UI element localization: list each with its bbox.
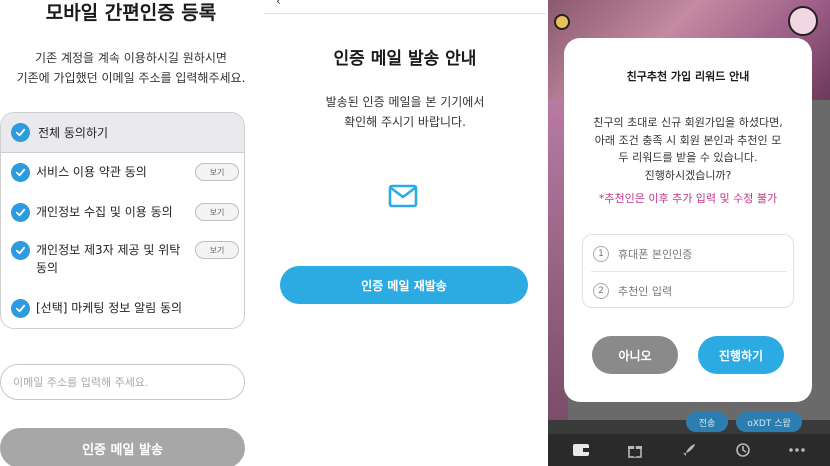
header-bar [264, 0, 546, 14]
desc-line: 기존 계정을 계속 이용하시길 원하시면 [35, 51, 227, 65]
wallet-icon[interactable] [572, 442, 590, 458]
view-third-party-button[interactable]: 보기 [195, 241, 239, 259]
modal-description: 친구의 초대로 신규 회원가입을 하셨다면, 아래 조건 충족 시 회원 본인과… [564, 114, 812, 184]
email-input[interactable] [0, 364, 245, 400]
signup-panel: 모바일 간편인증 등록 기존 계정을 계속 이용하시길 원하시면 기존에 가입했… [0, 0, 262, 466]
mail-sent-panel: ‹ 인증 메일 발송 안내 발송된 인증 메일을 본 기기에서 확인해 주시기 … [264, 0, 546, 466]
check-icon[interactable] [11, 203, 30, 222]
desc-line: 친구의 초대로 신규 회원가입을 하셨다면, [593, 116, 783, 129]
page-title: 인증 메일 발송 안내 [333, 49, 477, 69]
desc-line: 진행하시겠습니까? [644, 168, 732, 182]
step-label: 추천인 입력 [618, 284, 673, 298]
referral-modal: 친구추천 가입 리워드 안내 친구의 초대로 신규 회원가입을 하셨다면, 아래… [564, 38, 812, 402]
modal-title: 친구추천 가입 리워드 안내 [626, 70, 750, 83]
view-privacy-button[interactable]: 보기 [195, 203, 239, 221]
badge-icon [554, 14, 570, 30]
bottom-nav [548, 434, 830, 466]
step-item: 1 휴대폰 본인인증 [593, 235, 692, 272]
agree-item-third-party[interactable]: 개인정보 제3자 제공 및 위탁 동의 보기 [11, 241, 239, 277]
agree-item-terms[interactable]: 서비스 이용 약관 동의 보기 [11, 163, 239, 182]
mail-icon [388, 184, 418, 208]
step-number: 2 [593, 282, 609, 299]
mail-sent-description: 발송된 인증 메일을 본 기기에서 확인해 주시기 바랍니다. [264, 92, 546, 132]
check-icon[interactable] [11, 123, 30, 142]
page-title: 모바일 간편인증 등록 [45, 2, 217, 24]
view-terms-button[interactable]: 보기 [195, 163, 239, 181]
send-verification-button[interactable]: 인증 메일 발송 [0, 428, 245, 466]
steps-box: 1 휴대폰 본인인증 2 추천인 입력 [582, 234, 794, 308]
more-icon[interactable] [788, 442, 806, 458]
referral-panel: 전송 oXDT 스왑 친구추천 가입 리워드 안내 친구의 초대로 신규 회원가… [548, 0, 830, 466]
agree-item-label: 개인정보 제3자 제공 및 위탁 동의 [36, 243, 181, 275]
rocket-icon[interactable] [680, 442, 698, 458]
referral-warning: *추천인은 이후 추가 입력 및 수정 불가 [598, 192, 778, 205]
history-icon[interactable] [734, 442, 752, 458]
agreement-box: 전체 동의하기 서비스 이용 약관 동의 보기 개인정보 수집 및 이용 동의 … [0, 112, 245, 329]
step-label: 휴대폰 본인인증 [618, 247, 693, 261]
desc-line: 발송된 인증 메일을 본 기기에서 [325, 95, 485, 109]
proceed-button[interactable]: 진행하기 [698, 336, 784, 374]
check-icon[interactable] [11, 299, 30, 318]
desc-line: 아래 조건 충족 시 회원 본인과 추천인 모 [594, 133, 782, 147]
step-item: 2 추천인 입력 [593, 272, 672, 309]
step-number: 1 [593, 245, 609, 262]
no-button[interactable]: 아니오 [592, 336, 678, 374]
back-arrow-icon[interactable]: ‹ [276, 0, 281, 8]
agree-item-privacy[interactable]: 개인정보 수집 및 이용 동의 보기 [11, 203, 239, 222]
agree-item-marketing[interactable]: [선택] 마케팅 정보 알림 동의 [11, 299, 239, 318]
check-icon[interactable] [11, 163, 30, 182]
agree-item-label: [선택] 마케팅 정보 알림 동의 [36, 301, 183, 315]
desc-line: 두 리워드를 받을 수 있습니다. [618, 151, 758, 164]
agree-all-row[interactable]: 전체 동의하기 [1, 113, 244, 153]
resend-verification-button[interactable]: 인증 메일 재발송 [280, 266, 528, 304]
swap-button[interactable]: oXDT 스왑 [736, 412, 802, 432]
transfer-button[interactable]: 전송 [686, 412, 728, 432]
character-icon [788, 6, 818, 36]
desc-line: 확인해 주시기 바랍니다. [344, 115, 466, 129]
agree-item-label: 서비스 이용 약관 동의 [36, 165, 147, 179]
agree-item-label: 개인정보 수집 및 이용 동의 [36, 205, 173, 219]
gift-icon[interactable] [626, 442, 644, 458]
check-icon[interactable] [11, 241, 30, 260]
desc-line: 기존에 가입했던 이메일 주소를 입력해주세요. [16, 71, 246, 85]
agree-all-label: 전체 동의하기 [38, 126, 109, 140]
signup-description: 기존 계정을 계속 이용하시길 원하시면 기존에 가입했던 이메일 주소를 입력… [0, 48, 262, 88]
